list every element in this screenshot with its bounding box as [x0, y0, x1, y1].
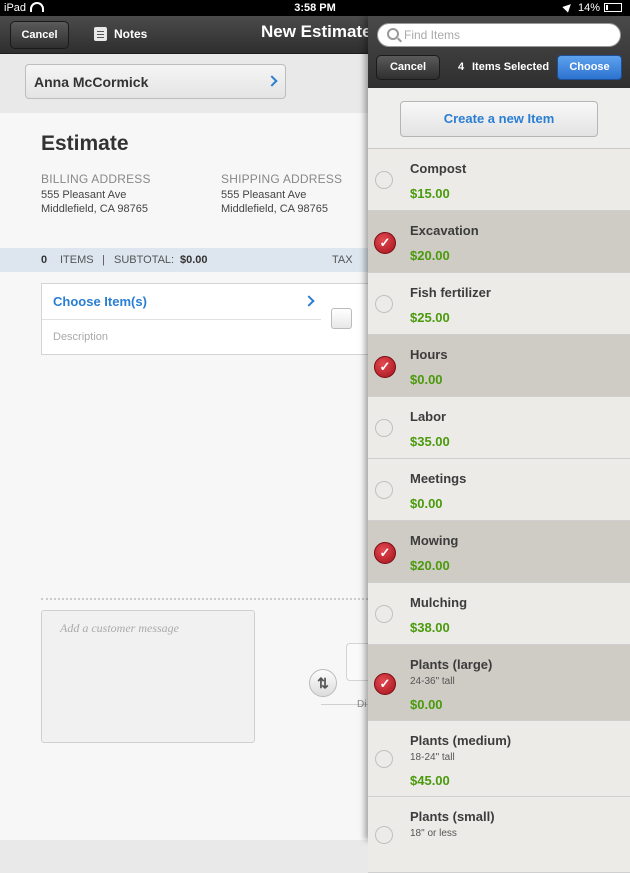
item-name: Meetings	[410, 471, 467, 486]
tax-checkbox[interactable]	[331, 308, 352, 329]
notes-icon	[94, 27, 107, 41]
list-item[interactable]: Fish fertilizer $25.00	[368, 273, 630, 335]
list-item[interactable]: ✓ Excavation $20.00	[368, 211, 630, 273]
radio-icon	[375, 604, 393, 623]
status-time: 3:58 PM	[294, 2, 336, 14]
list-item[interactable]: Plants (medium) 18-24" tall $45.00	[368, 721, 630, 797]
item-name: Plants (medium)	[410, 733, 512, 748]
list-item[interactable]: ✓ Plants (large) 24-36" tall $0.00	[368, 645, 630, 721]
radio-icon	[375, 825, 393, 844]
customer-selector[interactable]: Anna McCormick	[25, 64, 286, 99]
subtotal-bar: 0 ITEMS | SUBTOTAL: $0.00 TAX	[0, 248, 368, 272]
billing-address-line1[interactable]: 555 Pleasant Ave	[41, 189, 126, 201]
line-item: Choose Item(s) Description	[41, 283, 323, 355]
divider	[41, 598, 368, 600]
chevron-right-icon	[266, 75, 278, 87]
shipping-address-line1[interactable]: 555 Pleasant Ave	[221, 189, 306, 201]
search-field[interactable]	[377, 23, 621, 47]
customer-name: Anna McCormick	[34, 74, 149, 90]
item-list: Compost $15.00 ✓ Excavation $20.00 Fish …	[368, 148, 630, 873]
list-item[interactable]: Mulching $38.00	[368, 583, 630, 645]
checkmark-icon: ✓	[374, 231, 396, 254]
radio-icon	[375, 480, 393, 499]
shipping-address-line2[interactable]: Middlefield, CA 98765	[221, 203, 328, 215]
summary-separator: |	[102, 254, 105, 266]
item-name: Hours	[410, 347, 448, 362]
item-price: $0.00	[410, 496, 443, 511]
list-item[interactable]: ✓ Mowing $20.00	[368, 521, 630, 583]
item-price: $45.00	[410, 773, 450, 788]
item-name: Plants (large)	[410, 657, 493, 672]
item-price: $20.00	[410, 558, 450, 573]
radio-icon	[375, 170, 393, 189]
list-item[interactable]: Plants (small) 18" or less	[368, 797, 630, 873]
item-price: $15.00	[410, 186, 450, 201]
cancel-button[interactable]: Cancel	[10, 21, 69, 49]
checkmark-icon: ✓	[374, 672, 396, 695]
item-price: $0.00	[410, 372, 443, 387]
selected-count: 4	[458, 61, 465, 73]
customer-message-placeholder: Add a customer message	[60, 621, 179, 635]
chevron-right-icon	[303, 295, 315, 307]
subtotal-label: SUBTOTAL:	[114, 254, 175, 266]
list-item[interactable]: ✓ Hours $0.00	[368, 335, 630, 397]
picker-cancel-button[interactable]: Cancel	[376, 55, 440, 80]
search-input[interactable]	[402, 26, 611, 44]
list-item[interactable]: Labor $35.00	[368, 397, 630, 459]
item-price: $0.00	[410, 697, 443, 712]
status-right: 14%	[562, 1, 622, 14]
list-item[interactable]: Compost $15.00	[368, 149, 630, 211]
status-bar: iPad 3:58 PM 14%	[0, 0, 630, 16]
item-count: 0	[41, 254, 48, 266]
item-picker-panel: Cancel 4 Items Selected Choose Create a …	[368, 16, 630, 873]
item-price: $20.00	[410, 248, 450, 263]
item-subtitle: 18" or less	[410, 828, 457, 839]
checkmark-icon: ✓	[374, 355, 396, 378]
choose-items-button[interactable]: Choose Item(s)	[53, 294, 147, 309]
item-name: Mowing	[410, 533, 459, 548]
tax-label: TAX	[332, 254, 353, 266]
item-name: Mulching	[410, 595, 468, 610]
customer-message-field[interactable]: Add a customer message	[41, 610, 255, 743]
checkmark-icon: ✓	[374, 541, 396, 564]
battery-percent: 14%	[577, 2, 600, 14]
partial-label: Di	[357, 699, 367, 710]
partial-field[interactable]	[346, 643, 369, 681]
choose-button[interactable]: Choose	[557, 55, 622, 80]
item-subtitle: 18-24" tall	[410, 752, 455, 763]
search-icon	[387, 28, 399, 40]
battery-icon	[604, 3, 622, 12]
location-icon	[562, 1, 574, 13]
description-field[interactable]: Description	[53, 331, 108, 343]
shipping-address-label: SHIPPING ADDRESS	[221, 172, 343, 186]
selected-label: Items Selected	[472, 61, 550, 73]
item-name: Labor	[410, 409, 447, 424]
picker-header: Cancel 4 Items Selected Choose	[368, 16, 630, 88]
item-price: $38.00	[410, 620, 450, 635]
item-subtitle: 24-36" tall	[410, 676, 455, 687]
radio-icon	[375, 749, 393, 768]
items-label: ITEMS	[60, 254, 94, 266]
list-item[interactable]: Meetings $0.00	[368, 459, 630, 521]
item-name: Plants (small)	[410, 809, 495, 824]
item-price: $25.00	[410, 310, 450, 325]
divider	[42, 319, 322, 320]
billing-address-label: BILLING ADDRESS	[41, 172, 151, 186]
create-item-button[interactable]: Create a new Item	[400, 101, 598, 137]
page-title: New Estimate	[261, 22, 372, 41]
item-name: Fish fertilizer	[410, 285, 491, 300]
subtotal-value: $0.00	[180, 254, 208, 266]
radio-icon	[375, 418, 393, 437]
radio-icon	[375, 294, 393, 313]
billing-address-line2[interactable]: Middlefield, CA 98765	[41, 203, 148, 215]
notes-button[interactable]: Notes	[94, 22, 147, 46]
estimate-title: Estimate	[41, 132, 129, 155]
item-name: Compost	[410, 161, 467, 176]
notes-label: Notes	[114, 27, 148, 41]
item-name: Excavation	[410, 223, 479, 238]
item-price: $35.00	[410, 434, 450, 449]
swap-arrows-icon[interactable]: ⇅	[309, 669, 337, 697]
